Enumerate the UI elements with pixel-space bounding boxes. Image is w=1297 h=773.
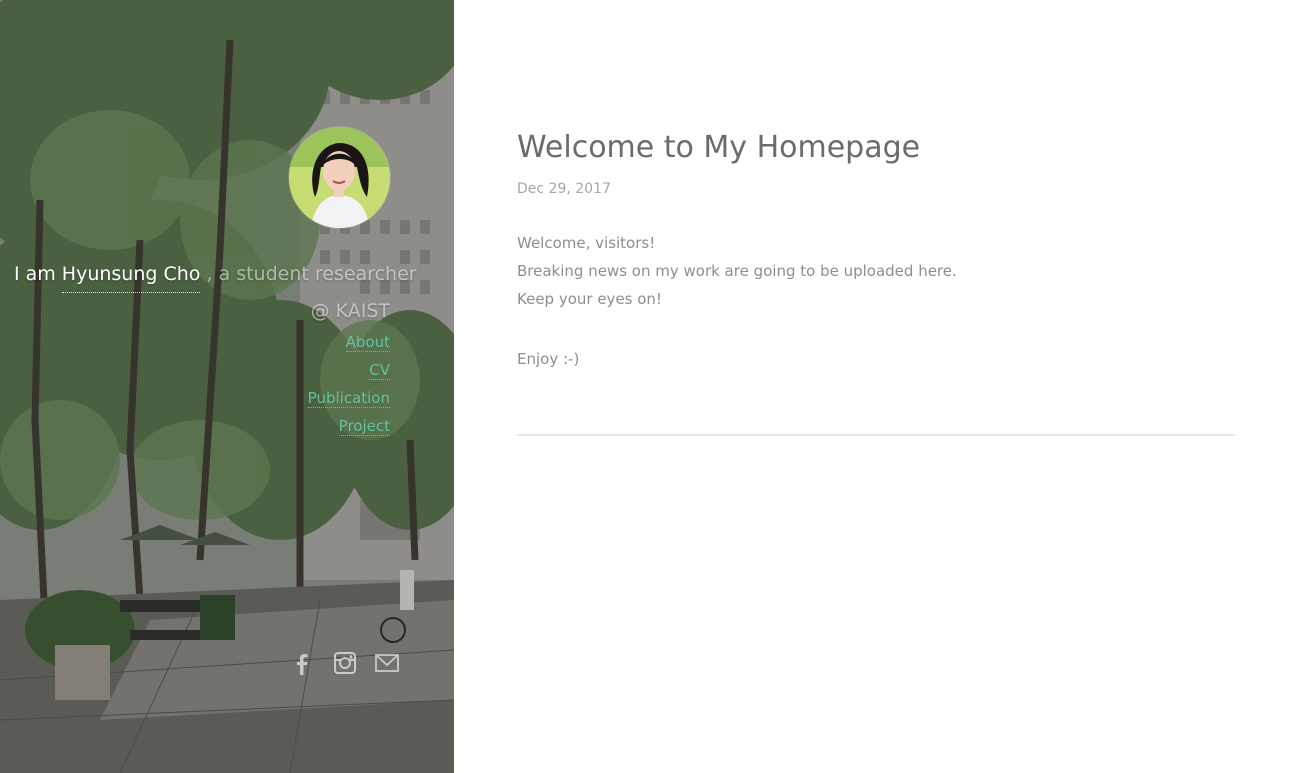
post-line: Keep your eyes on!: [517, 290, 662, 308]
intro-text: I am Hyunsung Cho , a student researcher…: [14, 256, 417, 329]
nav-link-project[interactable]: Project: [308, 412, 390, 440]
intro-lead: I am: [14, 263, 56, 285]
intro-role: , a student researcher: [206, 263, 417, 285]
post-date: Dec 29, 2017: [517, 181, 611, 197]
post-divider: [517, 434, 1235, 436]
post-body: Welcome, visitors! Breaking news on my w…: [517, 229, 957, 373]
post-line: Welcome, visitors!: [517, 234, 656, 252]
avatar: [289, 127, 390, 228]
nav-link-cv[interactable]: CV: [308, 356, 390, 384]
social-links: [290, 650, 400, 676]
sidebar: I am Hyunsung Cho , a student researcher…: [0, 0, 454, 773]
post-closing: Enjoy :-): [517, 350, 580, 368]
instagram-icon[interactable]: [332, 650, 358, 676]
facebook-icon[interactable]: [290, 650, 316, 676]
intro-affiliation: @ KAIST: [310, 300, 390, 322]
sidebar-nav: About CV Publication Project: [307, 328, 390, 440]
author-name-link[interactable]: Hyunsung Cho: [61, 256, 201, 293]
post-title[interactable]: Welcome to My Homepage: [517, 130, 920, 165]
nav-link-about[interactable]: About: [308, 328, 390, 356]
nav-link-publication[interactable]: Publication: [307, 384, 390, 412]
post-line: Breaking news on my work are going to be…: [517, 262, 957, 280]
mail-icon[interactable]: [374, 650, 400, 676]
